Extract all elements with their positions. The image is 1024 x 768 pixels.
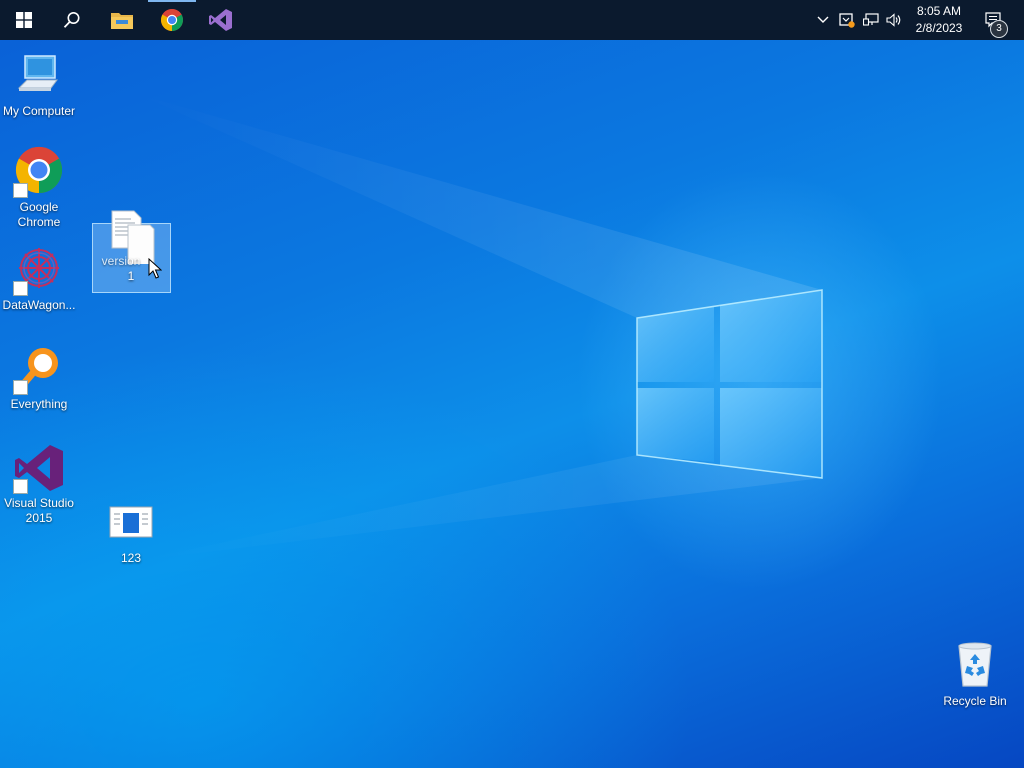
desktop-icon-label: Google Chrome xyxy=(17,200,61,229)
notification-count-badge: 3 xyxy=(990,20,1008,38)
file-label-line2: 1 xyxy=(127,269,135,283)
clock[interactable]: 8:05 AM 2/8/2023 xyxy=(908,3,970,37)
volume-tray-button[interactable] xyxy=(883,0,905,40)
desktop-wallpaper xyxy=(0,0,1024,768)
desktop-icon-label: Visual Studio 2015 xyxy=(4,496,74,525)
speaker-icon xyxy=(886,13,901,27)
desktop-icon-label: My Computer xyxy=(2,104,76,118)
desktop-icon-label: DataWagon... xyxy=(2,298,76,312)
desktop-icon-google-chrome[interactable]: Google Chrome xyxy=(0,146,78,230)
chrome-button[interactable] xyxy=(148,0,196,40)
desktop-icon-recycle-bin[interactable]: Recycle Bin xyxy=(936,640,1014,709)
shortcut-arrow-icon xyxy=(13,479,28,494)
taskbar: 8:05 AM 2/8/2023 3 xyxy=(0,0,1024,40)
desktop-file-123[interactable]: 123 xyxy=(92,505,170,566)
clock-date: 2/8/2023 xyxy=(915,21,963,35)
network-icon xyxy=(863,13,879,26)
flag-alert-icon xyxy=(839,13,855,28)
file-explorer-button[interactable] xyxy=(98,0,146,40)
recycle-bin-icon xyxy=(958,642,992,687)
visual-studio-button[interactable] xyxy=(197,0,245,40)
shortcut-arrow-icon xyxy=(13,380,28,395)
show-hidden-icons-button[interactable] xyxy=(812,0,834,40)
chevron-up-icon xyxy=(817,16,829,23)
computer-icon xyxy=(17,55,58,91)
desktop-file-version[interactable]: version 1 xyxy=(92,210,170,296)
windows-logo-icon xyxy=(16,12,32,28)
desktop-icon-visual-studio[interactable]: Visual Studio 2015 xyxy=(0,442,78,526)
shortcut-arrow-icon xyxy=(13,281,28,296)
mouse-cursor-icon xyxy=(148,258,162,279)
network-tray-button[interactable] xyxy=(860,0,882,40)
image-file-icon xyxy=(109,506,153,538)
search-icon xyxy=(63,12,80,28)
action-center-tray-button[interactable] xyxy=(836,0,858,40)
chrome-icon xyxy=(161,9,183,31)
desktop-icon-datawagon[interactable]: DataWagon... xyxy=(0,244,78,313)
desktop-icon-label: Everything xyxy=(10,397,68,411)
start-button[interactable] xyxy=(0,0,48,40)
clock-time: 8:05 AM xyxy=(916,4,962,18)
file-label-line1: version xyxy=(101,254,141,268)
shortcut-arrow-icon xyxy=(13,183,28,198)
desktop-icon-my-computer[interactable]: My Computer xyxy=(0,50,78,119)
visual-studio-icon xyxy=(209,9,232,31)
desktop-file-label: 123 xyxy=(120,551,142,565)
folder-icon xyxy=(111,13,133,29)
desktop-icon-label: Recycle Bin xyxy=(943,694,1007,708)
desktop-icon-everything[interactable]: Everything xyxy=(0,343,78,412)
search-button[interactable] xyxy=(48,0,96,40)
